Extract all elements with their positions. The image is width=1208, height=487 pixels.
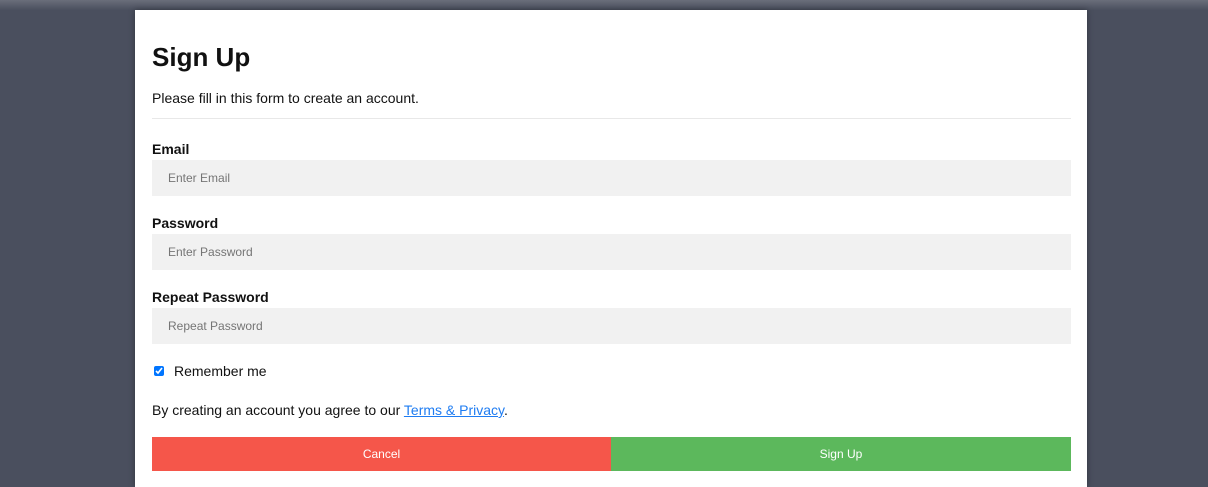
remember-me-label: Remember me (174, 363, 267, 379)
divider (152, 118, 1071, 119)
signup-modal: Sign Up Please fill in this form to crea… (135, 10, 1087, 487)
repeat-password-field[interactable] (152, 308, 1071, 344)
password-field[interactable] (152, 234, 1071, 270)
signup-button[interactable]: Sign Up (611, 437, 1071, 471)
agreement-text: By creating an account you agree to our … (152, 402, 508, 418)
agreement-prefix: By creating an account you agree to our (152, 402, 404, 418)
password-label: Password (152, 215, 219, 231)
remember-me-checkbox[interactable] (154, 366, 164, 376)
page-title: Sign Up (152, 42, 251, 72)
terms-privacy-link[interactable]: Terms & Privacy (404, 402, 504, 418)
form-subtitle: Please fill in this form to create an ac… (152, 90, 419, 106)
agreement-suffix: . (504, 402, 508, 418)
remember-me-row: Remember me (152, 363, 267, 379)
repeat-password-label: Repeat Password (152, 289, 269, 305)
cancel-button[interactable]: Cancel (152, 437, 611, 471)
backdrop-top-shade (0, 0, 1208, 10)
email-field[interactable] (152, 160, 1071, 196)
email-label: Email (152, 141, 190, 157)
